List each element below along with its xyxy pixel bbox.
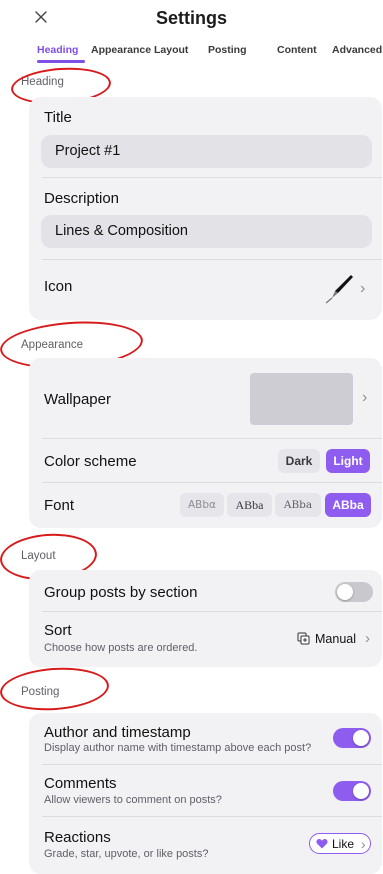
heading-card: Title Project #1 Description Lines & Com…	[29, 97, 382, 320]
chevron-right-icon: ›	[365, 630, 370, 647]
font-label: Font	[44, 497, 75, 514]
divider	[42, 177, 382, 178]
font-option-2[interactable]: ABba	[227, 493, 272, 517]
heart-icon	[316, 839, 328, 849]
sort-label: Sort	[44, 622, 72, 639]
color-scheme-light-option[interactable]: Light	[326, 449, 370, 473]
tab-content[interactable]: Content	[277, 44, 317, 56]
comments-toggle[interactable]	[333, 781, 371, 801]
description-input[interactable]: Lines & Composition	[41, 215, 372, 248]
reactions-label: Reactions	[44, 829, 111, 846]
author-timestamp-label: Author and timestamp	[44, 724, 191, 741]
page-title: Settings	[155, 8, 227, 28]
appearance-card: Wallpaper › Color scheme Dark Light Font…	[29, 358, 382, 528]
reactions-value: Like	[332, 836, 355, 851]
chevron-right-icon: ›	[361, 835, 366, 852]
section-label-layout: Layout	[21, 550, 56, 562]
tab-posting[interactable]: Posting	[208, 44, 247, 56]
chevron-right-icon: ›	[362, 389, 368, 406]
divider	[42, 816, 382, 817]
color-scheme-label: Color scheme	[44, 453, 137, 470]
author-timestamp-description: Display author name with timestamp above…	[44, 742, 312, 754]
description-value: Lines & Composition	[55, 223, 188, 239]
group-posts-toggle[interactable]	[335, 582, 373, 602]
icon-row[interactable]: Icon ›	[29, 260, 382, 320]
reactions-select[interactable]: Like ›	[309, 833, 371, 854]
comments-description: Allow viewers to comment on posts?	[44, 794, 222, 806]
title-label: Title	[44, 109, 72, 126]
pen-icon	[325, 275, 353, 304]
title-input[interactable]: Project #1	[41, 135, 372, 168]
title-value: Project #1	[55, 143, 121, 159]
section-label-appearance: Appearance	[21, 339, 84, 351]
divider	[42, 438, 382, 439]
section-label-posting: Posting	[21, 686, 60, 698]
top-bar: Settings	[0, 0, 383, 36]
divider	[42, 764, 382, 765]
sort-select[interactable]: Manual ›	[297, 630, 370, 647]
tab-bar: Heading Appearance Layout Posting Conten…	[0, 41, 383, 65]
wallpaper-preview[interactable]	[250, 373, 353, 425]
author-timestamp-toggle[interactable]	[333, 728, 371, 748]
tab-advanced[interactable]: Advanced	[332, 44, 382, 56]
sort-icon	[297, 632, 310, 645]
wallpaper-row[interactable]: Wallpaper ›	[29, 358, 382, 438]
font-option-3[interactable]: ABba	[275, 493, 321, 517]
reactions-description: Grade, star, upvote, or like posts?	[44, 848, 209, 860]
sort-value: Manual	[315, 631, 356, 646]
font-option-1[interactable]: ABbα	[180, 493, 224, 517]
group-posts-label: Group posts by section	[44, 584, 198, 601]
font-option-4[interactable]: ABba	[325, 493, 371, 517]
icon-label: Icon	[44, 278, 73, 295]
comments-label: Comments	[44, 775, 117, 792]
tab-appearance[interactable]: Appearance	[91, 44, 151, 56]
color-scheme-dark-option[interactable]: Dark	[278, 449, 320, 473]
wallpaper-label: Wallpaper	[44, 391, 111, 408]
divider	[42, 611, 382, 612]
sort-description: Choose how posts are ordered.	[44, 642, 198, 654]
layout-card: Group posts by section Sort Choose how p…	[29, 570, 382, 667]
description-label: Description	[44, 190, 120, 207]
tab-layout[interactable]: Layout	[154, 44, 188, 56]
tab-heading[interactable]: Heading	[37, 44, 78, 56]
section-label-heading: Heading	[21, 76, 64, 88]
divider	[42, 482, 382, 483]
active-tab-indicator	[37, 60, 85, 63]
posting-card: Author and timestamp Display author name…	[29, 713, 382, 874]
chevron-right-icon: ›	[360, 280, 366, 297]
